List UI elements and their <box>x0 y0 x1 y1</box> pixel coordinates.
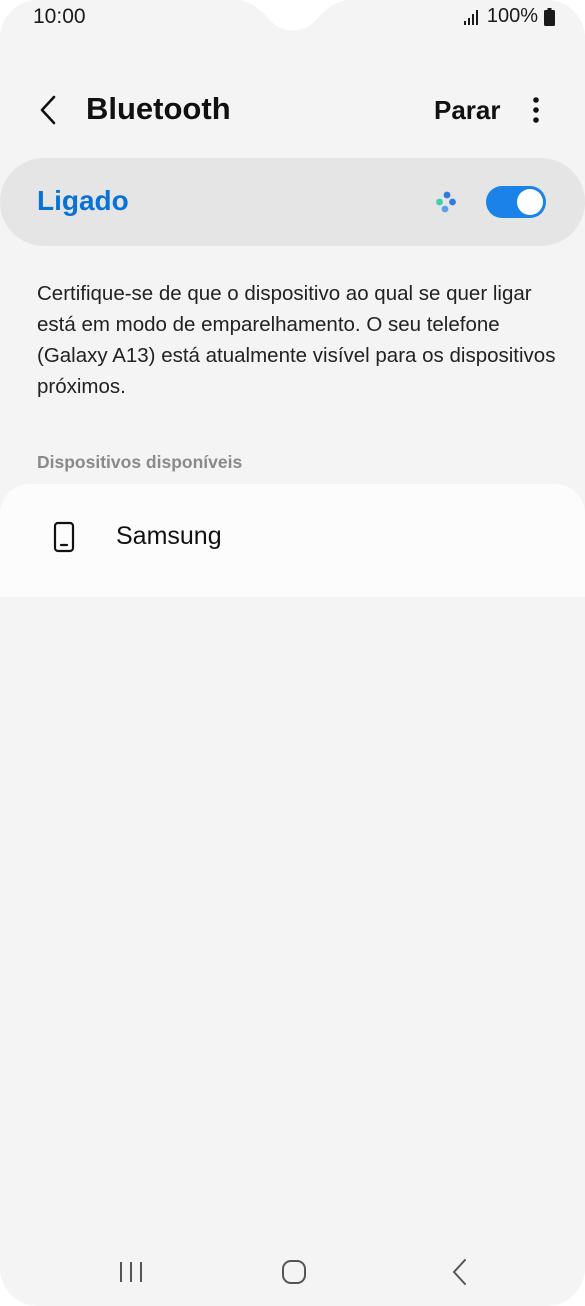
stop-button[interactable]: Parar <box>434 95 501 126</box>
toggle-knob <box>517 189 543 215</box>
master-switch-label: Ligado <box>37 185 129 216</box>
available-devices-header: Dispositivos disponíveis <box>37 452 243 472</box>
more-vertical-icon <box>533 97 539 123</box>
status-indicators: 100% <box>463 5 555 28</box>
nav-home-button[interactable] <box>272 1254 316 1290</box>
navigation-bar <box>0 1240 585 1300</box>
pairing-description: Certifique-se de que o dispositivo ao qu… <box>37 282 556 398</box>
device-name: Samsung <box>116 522 222 550</box>
recents-icon <box>120 1262 142 1282</box>
bluetooth-toggle[interactable] <box>486 186 546 218</box>
back-icon <box>453 1259 466 1285</box>
screen: 10:00 100% Bluetooth Parar Ligado Certif… <box>0 0 585 1306</box>
app-header: Bluetooth Parar <box>0 78 585 142</box>
battery-icon <box>544 7 555 26</box>
camera-notch <box>240 0 346 31</box>
chevron-left-icon <box>40 95 56 125</box>
status-time: 10:00 <box>33 5 86 28</box>
nav-recents-button[interactable] <box>109 1254 153 1290</box>
status-bar: 10:00 100% <box>0 0 585 40</box>
scanning-dots-icon <box>436 191 456 213</box>
back-button[interactable] <box>28 88 68 132</box>
signal-icon <box>463 9 478 25</box>
page-title: Bluetooth <box>86 91 231 126</box>
phone-icon <box>53 521 75 553</box>
nav-back-button[interactable] <box>438 1254 482 1290</box>
list-item[interactable]: Samsung <box>0 484 585 590</box>
bluetooth-master-switch-row[interactable]: Ligado <box>0 158 585 246</box>
home-icon <box>282 1260 306 1284</box>
more-options-button[interactable] <box>522 92 550 128</box>
battery-percent: 100% <box>486 5 538 27</box>
available-devices-list: Samsung <box>0 484 585 597</box>
